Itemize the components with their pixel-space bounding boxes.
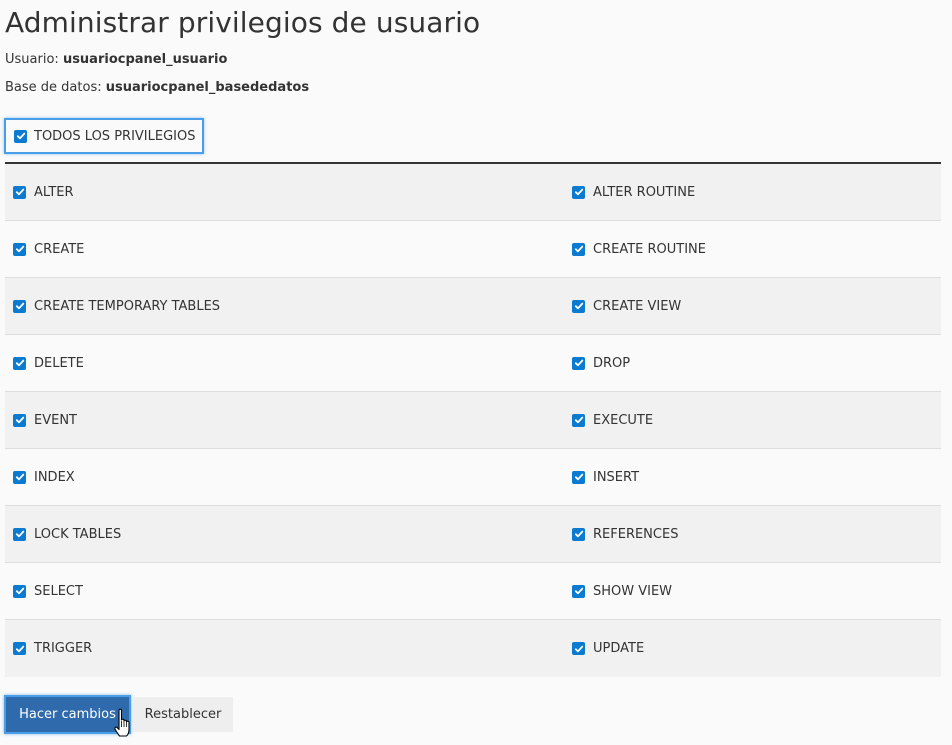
privilege-label[interactable]: EXECUTE <box>593 413 653 428</box>
privilege-checkbox[interactable]: LOCK TABLES <box>13 527 121 542</box>
privilege-checkbox[interactable]: SELECT <box>13 584 83 599</box>
privilege-checkbox[interactable]: SHOW VIEW <box>572 584 672 599</box>
user-label: Usuario: <box>5 52 59 67</box>
page-title: Administrar privilegios de usuario <box>5 6 481 39</box>
privilege-label[interactable]: LOCK TABLES <box>34 527 121 542</box>
checkmark-icon[interactable] <box>13 527 26 541</box>
checkmark-icon[interactable] <box>13 356 26 370</box>
privilege-label[interactable]: ALTER <box>34 185 74 200</box>
checkmark-icon[interactable] <box>572 242 585 256</box>
privilege-checkbox[interactable]: DELETE <box>13 356 84 371</box>
submit-changes-button[interactable]: Hacer cambios <box>4 695 131 734</box>
checkmark-icon[interactable] <box>13 299 26 313</box>
privilege-label[interactable]: SHOW VIEW <box>593 584 672 599</box>
checkmark-icon[interactable] <box>572 642 585 655</box>
database-info: Base de datos: usuariocpanel_basededatos <box>5 80 309 95</box>
privilege-checkbox[interactable]: DROP <box>572 356 630 371</box>
privilege-row: CREATE CREATE ROUTINE <box>5 221 941 278</box>
privilege-row: LOCK TABLES REFERENCES <box>5 506 941 563</box>
privilege-checkbox[interactable]: INDEX <box>13 470 75 485</box>
checkmark-icon[interactable] <box>13 584 26 598</box>
privilege-row: CREATE TEMPORARY TABLES CREATE VIEW <box>5 278 941 335</box>
privilege-checkbox[interactable]: TRIGGER <box>13 641 92 656</box>
privilege-checkbox[interactable]: INSERT <box>572 470 639 485</box>
privileges-table: ALTER ALTER ROUTINE CREATE CREATE ROUTINE CR… <box>5 162 941 677</box>
privilege-checkbox[interactable]: ALTER ROUTINE <box>572 185 695 200</box>
privilege-checkbox[interactable]: UPDATE <box>572 641 644 656</box>
user-value: usuariocpanel_usuario <box>62 52 228 67</box>
reset-button[interactable]: Restablecer <box>133 697 233 732</box>
checkmark-icon[interactable] <box>13 470 26 484</box>
privilege-row: SELECT SHOW VIEW <box>5 563 941 620</box>
privilege-checkbox[interactable]: EXECUTE <box>572 413 653 428</box>
privilege-checkbox[interactable]: CREATE TEMPORARY TABLES <box>13 299 220 314</box>
privilege-row: ALTER ALTER ROUTINE <box>5 164 941 221</box>
privilege-label[interactable]: CREATE TEMPORARY TABLES <box>34 299 220 314</box>
privilege-row: TRIGGER UPDATE <box>5 620 941 677</box>
database-label: Base de datos: <box>5 80 102 95</box>
checkmark-icon[interactable] <box>13 413 26 427</box>
privilege-label[interactable]: CREATE ROUTINE <box>593 242 706 257</box>
privilege-row: INDEX INSERT <box>5 449 941 506</box>
checkmark-icon[interactable] <box>572 413 585 427</box>
database-value: usuariocpanel_basededatos <box>105 80 310 95</box>
privilege-label[interactable]: TRIGGER <box>34 641 92 656</box>
checkmark-icon[interactable] <box>572 356 585 370</box>
privilege-checkbox[interactable]: CREATE ROUTINE <box>572 242 706 257</box>
privilege-checkbox[interactable]: CREATE VIEW <box>572 299 681 314</box>
checkmark-icon[interactable] <box>572 185 585 199</box>
privilege-checkbox[interactable]: CREATE <box>13 242 84 257</box>
privilege-label[interactable]: DELETE <box>34 356 84 371</box>
privilege-label[interactable]: INSERT <box>593 470 639 485</box>
checkmark-icon[interactable] <box>13 185 26 199</box>
all-privileges-label[interactable]: TODOS LOS PRIVILEGIOS <box>34 129 195 144</box>
privilege-checkbox[interactable]: ALTER <box>13 185 74 200</box>
hand-pointer-icon <box>114 708 130 737</box>
privilege-label[interactable]: DROP <box>593 356 630 371</box>
privilege-checkbox[interactable]: REFERENCES <box>572 527 678 542</box>
checkmark-icon[interactable] <box>572 584 585 598</box>
checkmark-icon[interactable] <box>14 129 27 143</box>
privilege-row: EVENT EXECUTE <box>5 392 941 449</box>
privilege-checkbox[interactable]: EVENT <box>13 413 77 428</box>
checkmark-icon[interactable] <box>572 527 585 541</box>
privilege-label[interactable]: CREATE <box>34 242 84 257</box>
privilege-label[interactable]: EVENT <box>34 413 77 428</box>
checkmark-icon[interactable] <box>572 299 585 313</box>
privilege-label[interactable]: INDEX <box>34 470 75 485</box>
privilege-label[interactable]: ALTER ROUTINE <box>593 185 695 200</box>
user-info: Usuario: usuariocpanel_usuario <box>5 52 227 67</box>
checkmark-icon[interactable] <box>13 242 26 256</box>
privilege-label[interactable]: REFERENCES <box>593 527 678 542</box>
privilege-row: DELETE DROP <box>5 335 941 392</box>
privilege-label[interactable]: SELECT <box>34 584 83 599</box>
checkmark-icon[interactable] <box>13 642 26 655</box>
privilege-label[interactable]: CREATE VIEW <box>593 299 681 314</box>
checkmark-icon[interactable] <box>572 470 585 484</box>
privilege-label[interactable]: UPDATE <box>593 641 644 656</box>
all-privileges-checkbox[interactable]: TODOS LOS PRIVILEGIOS <box>4 118 204 154</box>
